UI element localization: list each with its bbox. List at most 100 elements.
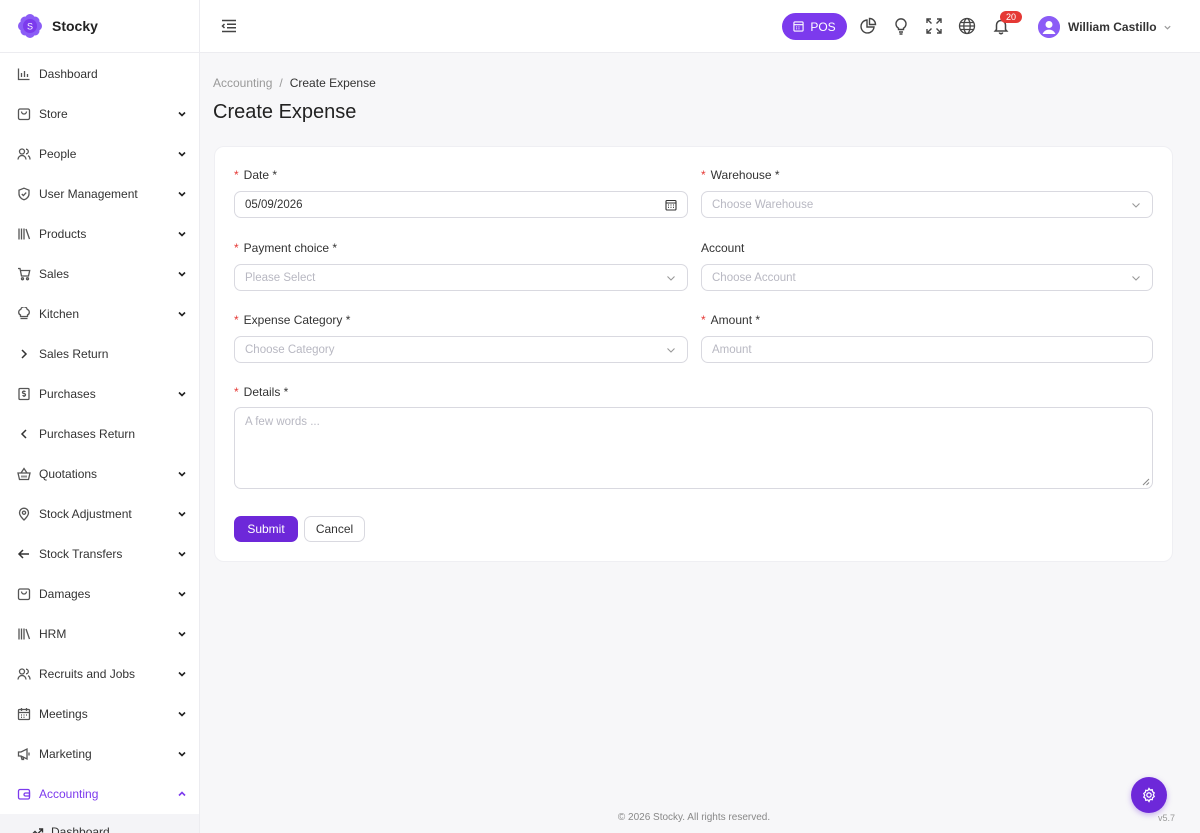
sidebar-item-people[interactable]: People	[0, 134, 199, 174]
sidebar-item-label: Products	[39, 227, 87, 241]
chevron-down-icon	[177, 629, 187, 639]
resize-grip-icon[interactable]	[1142, 478, 1150, 486]
details-placeholder: A few words ...	[245, 416, 320, 428]
books-icon	[17, 627, 31, 641]
sidebar-item-label: Purchases	[39, 387, 96, 401]
sidebar-item-label: Sales	[39, 267, 70, 281]
sidebar-item-marketing[interactable]: Marketing	[0, 734, 199, 774]
sidebar-item-label: Quotations	[39, 467, 98, 481]
account-label: Account	[701, 241, 745, 255]
sidebar-item-sales[interactable]: Sales	[0, 254, 199, 294]
breadcrumb-separator: /	[279, 76, 283, 90]
chevron-down-icon	[1130, 272, 1142, 284]
chevron-down-icon	[177, 149, 187, 159]
sidebar-subitem-label: Dashboard	[51, 825, 110, 833]
submit-button[interactable]: Submit	[234, 516, 298, 542]
chevron-down-icon	[177, 709, 187, 719]
books-icon	[17, 227, 31, 241]
chevron-down-icon	[177, 549, 187, 559]
sidebar-item-hrm[interactable]: HRM	[0, 614, 199, 654]
brand-name: Stocky	[52, 18, 98, 34]
chevron-down-icon	[177, 589, 187, 599]
sidebar-item-label: Purchases Return	[39, 427, 136, 441]
amount-input[interactable]: Amount	[701, 336, 1153, 363]
chevron-down-icon	[1163, 23, 1172, 32]
pie-chart-icon[interactable]	[859, 17, 877, 35]
sidebar-item-sales-return[interactable]: Sales Return	[0, 334, 199, 374]
breadcrumb-parent-link[interactable]: Accounting	[213, 76, 272, 90]
sidebar-item-purchases-return[interactable]: Purchases Return	[0, 414, 199, 454]
cancel-button[interactable]: Cancel	[304, 516, 365, 542]
chef-hat-icon	[17, 307, 31, 321]
chevron-right-icon	[17, 347, 31, 361]
sidebar-item-label: Marketing	[39, 747, 92, 761]
location-pin-icon	[17, 507, 31, 521]
payment-choice-label: * Payment choice *	[234, 241, 338, 255]
notification-badge: 20	[1000, 11, 1022, 23]
calendar-icon[interactable]	[665, 199, 677, 211]
expense-category-placeholder: Choose Category	[245, 343, 335, 356]
bar-chart-icon	[17, 67, 31, 81]
date-field[interactable]: 05/09/2026	[234, 191, 688, 218]
arrow-left-icon	[17, 547, 31, 561]
brand[interactable]: S Stocky	[0, 0, 199, 53]
account-select[interactable]: Choose Account	[701, 264, 1153, 291]
sidebar-item-meetings[interactable]: Meetings	[0, 694, 199, 734]
user-menu[interactable]: William Castillo	[1038, 14, 1172, 40]
sidebar-item-user-management[interactable]: User Management	[0, 174, 199, 214]
sidebar-item-kitchen[interactable]: Kitchen	[0, 294, 199, 334]
warehouse-select[interactable]: Choose Warehouse	[701, 191, 1153, 218]
fullscreen-icon[interactable]	[925, 17, 943, 35]
sidebar-item-dashboard[interactable]: Dashboard	[0, 54, 199, 94]
sidebar-item-quotations[interactable]: Quotations	[0, 454, 199, 494]
sidebar-subitem-accounting-dashboard[interactable]: Dashboard	[0, 814, 199, 833]
lightbulb-icon[interactable]	[892, 17, 910, 35]
details-textarea[interactable]: A few words ...	[234, 407, 1153, 489]
sidebar-item-accounting[interactable]: Accounting	[0, 774, 199, 814]
people-icon	[17, 667, 31, 681]
wallet-icon	[17, 787, 31, 801]
payment-choice-select[interactable]: Please Select	[234, 264, 688, 291]
sidebar-item-recruits-and-jobs[interactable]: Recruits and Jobs	[0, 654, 199, 694]
megaphone-icon	[17, 747, 31, 761]
sidebar-item-damages[interactable]: Damages	[0, 574, 199, 614]
sidebar-item-stock-adjustment[interactable]: Stock Adjustment	[0, 494, 199, 534]
trend-up-icon	[30, 825, 44, 833]
chevron-down-icon	[177, 269, 187, 279]
sidebar-item-label: User Management	[39, 187, 138, 201]
store-bag-icon	[17, 107, 31, 121]
gear-icon	[1142, 787, 1156, 803]
sidebar-item-store[interactable]: Store	[0, 94, 199, 134]
sidebar-item-label: People	[39, 147, 77, 161]
scrollbar-track[interactable]	[1188, 53, 1200, 833]
globe-icon[interactable]	[958, 17, 976, 35]
chevron-down-icon	[665, 272, 677, 284]
stocky-logo-icon: S	[18, 14, 42, 38]
sidebar-item-label: Kitchen	[39, 307, 80, 321]
menu-toggle-icon[interactable]	[220, 17, 238, 35]
expense-category-select[interactable]: Choose Category	[234, 336, 688, 363]
sidebar-item-label: Accounting	[39, 787, 99, 801]
amount-label: * Amount *	[701, 313, 761, 327]
svg-text:S: S	[27, 22, 33, 32]
chevron-down-icon	[177, 669, 187, 679]
sidebar-item-products[interactable]: Products	[0, 214, 199, 254]
settings-fab[interactable]	[1131, 777, 1167, 813]
basket-icon	[17, 467, 31, 481]
shield-check-icon	[17, 187, 31, 201]
warehouse-placeholder: Choose Warehouse	[712, 198, 814, 211]
expense-category-label: * Expense Category *	[234, 313, 351, 327]
avatar	[1038, 16, 1060, 38]
footer-copyright: © 2026 Stocky. All rights reserved.	[617, 812, 771, 823]
chevron-down-icon	[177, 509, 187, 519]
sidebar-nav: Dashboard Store People User Management P…	[0, 53, 199, 833]
pos-button[interactable]: POS	[782, 13, 847, 40]
user-name: William Castillo	[1068, 20, 1157, 34]
sidebar-item-label: Dashboard	[39, 67, 98, 81]
chevron-down-icon	[665, 344, 677, 356]
sidebar-item-label: Damages	[39, 587, 91, 601]
sidebar-item-purchases[interactable]: Purchases	[0, 374, 199, 414]
chevron-down-icon	[177, 309, 187, 319]
sidebar-item-stock-transfers[interactable]: Stock Transfers	[0, 534, 199, 574]
chevron-down-icon	[177, 749, 187, 759]
